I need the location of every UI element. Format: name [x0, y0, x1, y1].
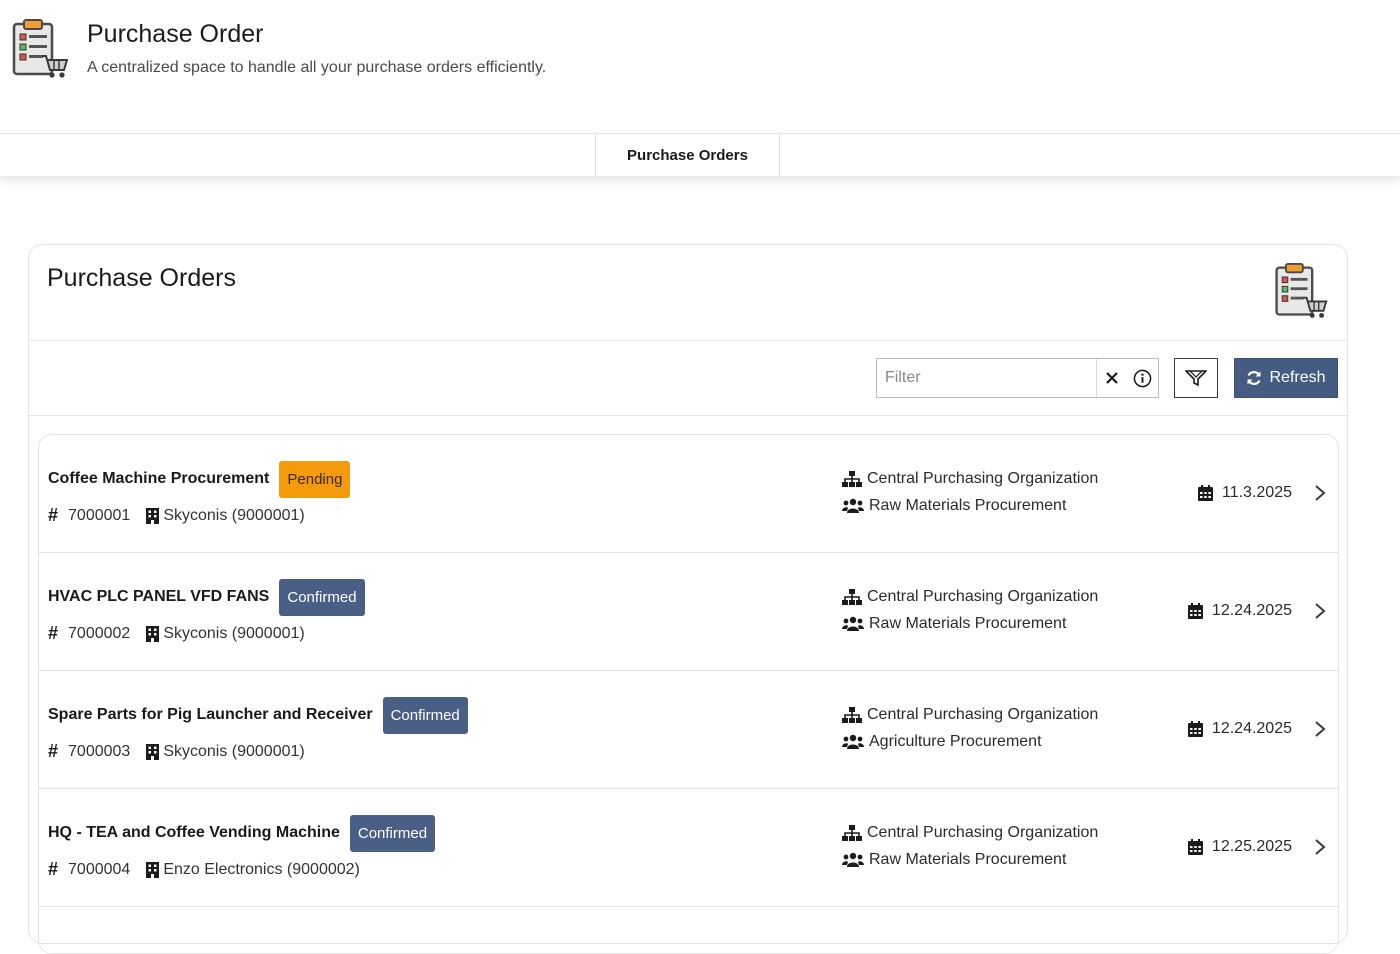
filter-field	[876, 358, 1159, 398]
purchasing-group: Raw Materials Procurement	[869, 497, 1067, 514]
vendor-name: Skyconis (9000001)	[163, 506, 305, 524]
list-item[interactable]: HQ - TEA and Coffee Vending Machine Conf…	[39, 789, 1338, 907]
app-header: Purchase Order A centralized space to ha…	[0, 0, 1400, 133]
list-item[interactable]: Coffee Machine Procurement Pending # 700…	[39, 435, 1338, 553]
order-date: 11.3.2025	[1222, 484, 1292, 501]
order-number: 7000002	[68, 624, 131, 642]
purchasing-org: Central Purchasing Organization	[867, 824, 1099, 841]
calendar-icon	[1187, 839, 1203, 855]
purchasing-org: Central Purchasing Organization	[867, 588, 1099, 605]
users-icon	[842, 852, 864, 867]
order-number: 7000001	[68, 506, 131, 524]
filter-input[interactable]	[877, 359, 1096, 397]
calendar-icon	[1187, 721, 1203, 737]
divider	[29, 340, 1347, 341]
filter-button[interactable]	[1174, 358, 1218, 398]
info-icon[interactable]	[1126, 359, 1158, 397]
list-item[interactable]: Spare Parts for Pig Launcher and Receive…	[39, 671, 1338, 789]
chevron-right-icon[interactable]	[1312, 601, 1328, 621]
sitemap-icon	[842, 707, 862, 723]
tab-bar: Purchase Orders	[0, 133, 1400, 176]
close-icon[interactable]	[1096, 359, 1126, 397]
building-icon	[146, 625, 160, 642]
vendor-name: Skyconis (9000001)	[163, 742, 305, 760]
status-badge: Confirmed	[349, 814, 436, 852]
order-number: 7000003	[68, 742, 131, 760]
clipboard-cart-icon	[12, 19, 68, 78]
building-icon	[146, 861, 160, 878]
purchasing-group: Agriculture Procurement	[869, 733, 1042, 750]
app-title: Purchase Order	[87, 20, 264, 48]
hash-icon: #	[48, 741, 59, 761]
tab-purchase-orders[interactable]: Purchase Orders	[595, 134, 780, 176]
calendar-icon	[1198, 485, 1213, 501]
refresh-label: Refresh	[1269, 369, 1326, 386]
chevron-right-icon[interactable]	[1312, 483, 1328, 503]
purchasing-group: Raw Materials Procurement	[869, 615, 1067, 632]
building-icon	[146, 507, 160, 524]
clipboard-cart-icon	[1275, 262, 1328, 318]
status-badge: Pending	[279, 460, 351, 498]
filter-icon	[1185, 370, 1207, 386]
list-item[interactable]: HVAC PLC PANEL VFD FANS Confirmed # 7000…	[39, 553, 1338, 671]
users-icon	[842, 616, 864, 631]
refresh-icon	[1247, 371, 1262, 385]
order-title: HQ - TEA and Coffee Vending Machine	[48, 824, 340, 841]
panel-title: Purchase Orders	[47, 264, 236, 292]
hash-icon: #	[48, 505, 59, 525]
status-badge: Confirmed	[279, 578, 365, 616]
purchase-orders-panel: Purchase Orders Refresh	[28, 244, 1348, 954]
hash-icon: #	[48, 623, 59, 643]
vendor-name: Enzo Electronics (9000002)	[163, 860, 360, 878]
calendar-icon	[1187, 603, 1203, 619]
chevron-right-icon[interactable]	[1312, 837, 1328, 857]
sitemap-icon	[842, 589, 862, 605]
users-icon	[842, 498, 864, 513]
status-badge: Confirmed	[382, 696, 468, 734]
app-subtitle: A centralized space to handle all your p…	[87, 59, 547, 76]
chevron-right-icon[interactable]	[1312, 719, 1328, 739]
order-date: 12.24.2025	[1211, 602, 1292, 619]
divider	[29, 415, 1347, 416]
refresh-button[interactable]: Refresh	[1234, 358, 1338, 398]
purchasing-org: Central Purchasing Organization	[867, 470, 1099, 487]
order-title: Coffee Machine Procurement	[48, 470, 270, 487]
purchasing-org: Central Purchasing Organization	[867, 706, 1099, 723]
users-icon	[842, 734, 864, 749]
building-icon	[146, 743, 160, 760]
purchase-order-list: Coffee Machine Procurement Pending # 700…	[38, 434, 1339, 954]
order-title: Spare Parts for Pig Launcher and Receive…	[48, 706, 373, 723]
hash-icon: #	[48, 859, 59, 879]
order-number: 7000004	[68, 860, 131, 878]
purchasing-group: Raw Materials Procurement	[869, 851, 1067, 868]
order-date: 12.24.2025	[1211, 720, 1292, 737]
sitemap-icon	[842, 471, 862, 487]
order-date: 12.25.2025	[1211, 838, 1292, 855]
sitemap-icon	[842, 825, 862, 841]
vendor-name: Skyconis (9000001)	[163, 624, 305, 642]
order-title: HVAC PLC PANEL VFD FANS	[48, 588, 270, 605]
